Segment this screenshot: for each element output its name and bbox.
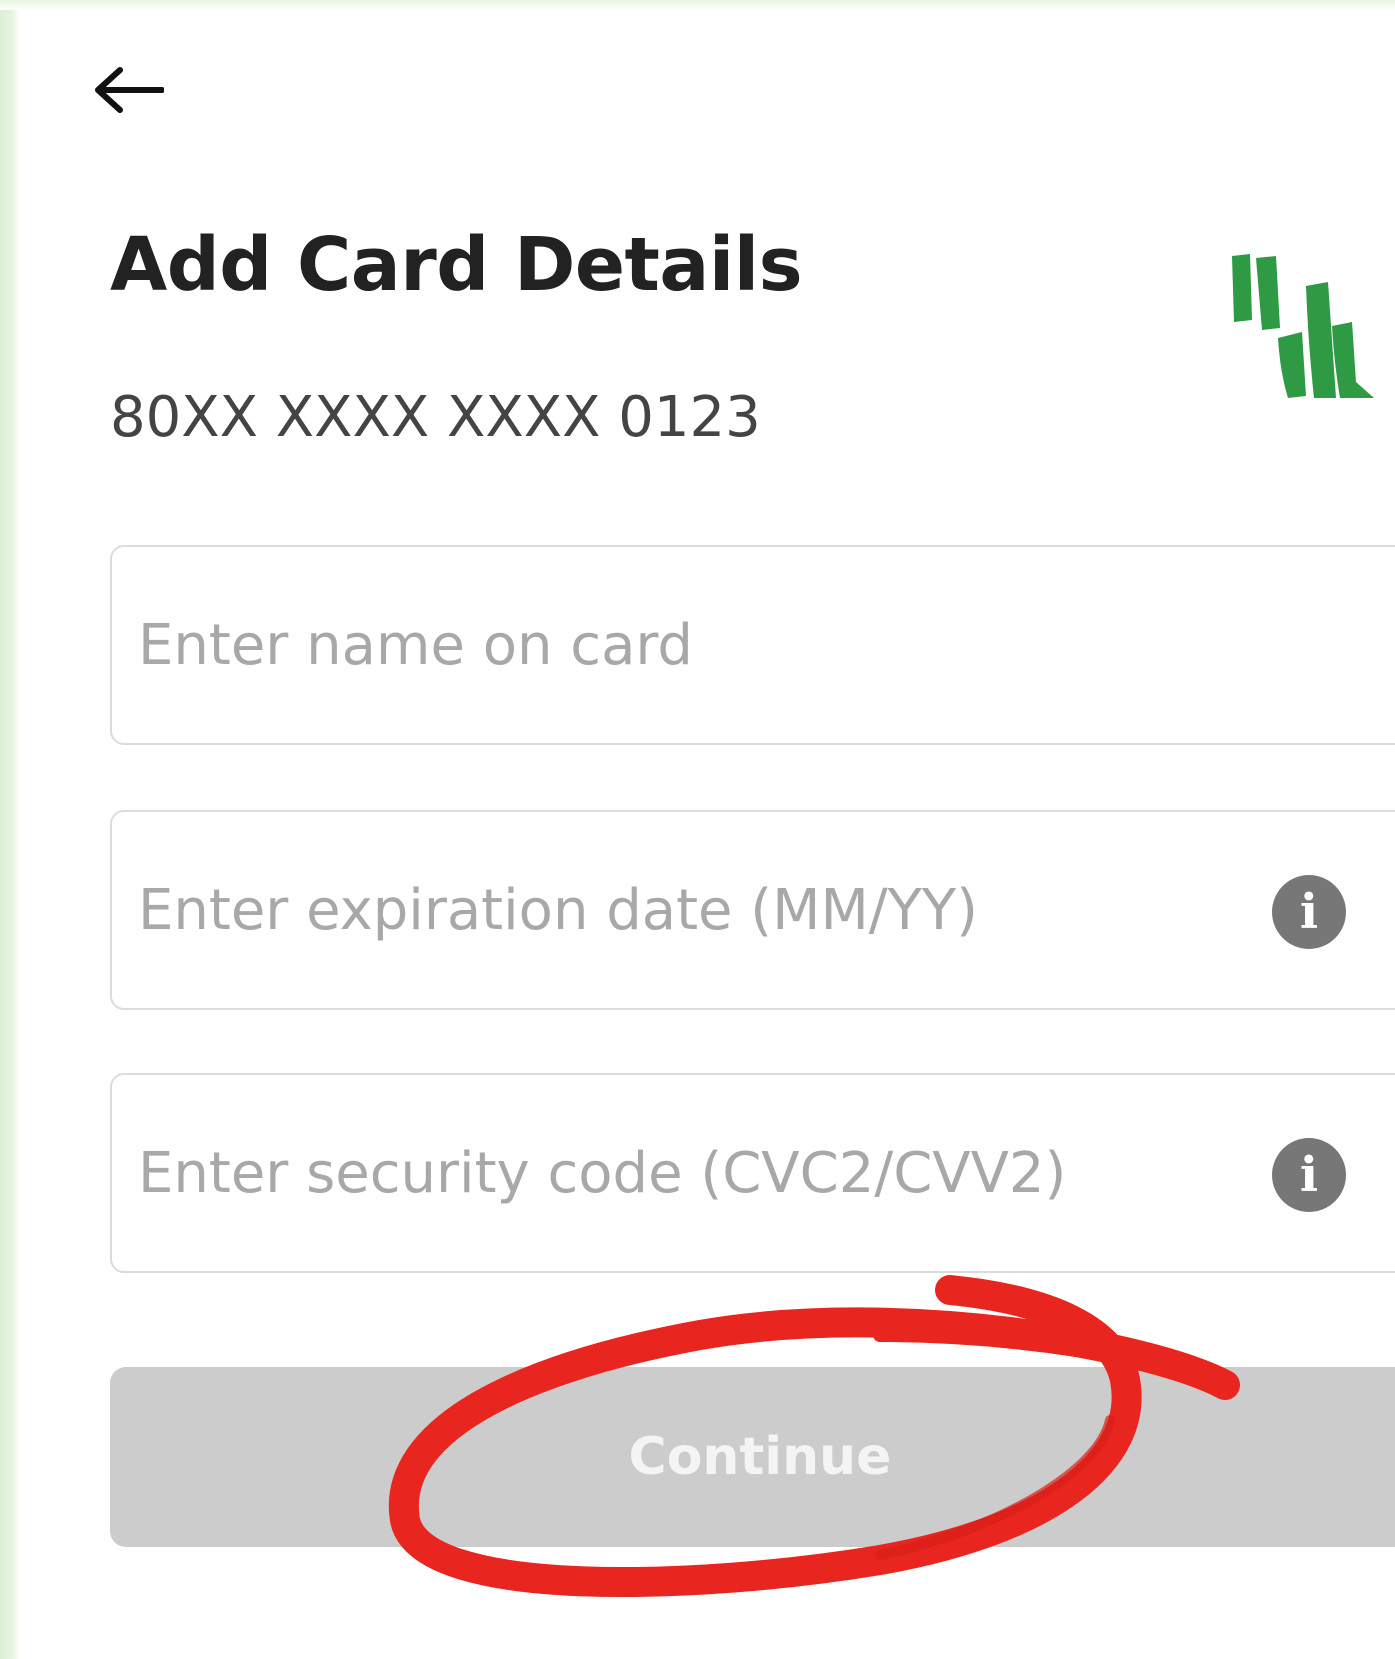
info-icon[interactable]: i bbox=[1272, 1138, 1346, 1212]
security-code-input[interactable] bbox=[138, 1075, 1238, 1271]
continue-button[interactable]: Continue bbox=[110, 1367, 1395, 1547]
masked-card-number: 80XX XXXX XXXX 0123 bbox=[110, 385, 761, 450]
name-input[interactable] bbox=[138, 547, 1238, 743]
page-title: Add Card Details bbox=[110, 222, 803, 308]
back-button[interactable] bbox=[92, 50, 182, 130]
name-field[interactable] bbox=[110, 545, 1395, 745]
background-top bbox=[0, 0, 1395, 10]
expiry-input[interactable] bbox=[138, 812, 1238, 1008]
bank-logo bbox=[1232, 254, 1374, 398]
expiry-field[interactable]: i bbox=[110, 810, 1395, 1010]
info-icon[interactable]: i bbox=[1272, 875, 1346, 949]
arrow-left-icon bbox=[95, 67, 164, 113]
security-code-field[interactable]: i bbox=[110, 1073, 1395, 1273]
